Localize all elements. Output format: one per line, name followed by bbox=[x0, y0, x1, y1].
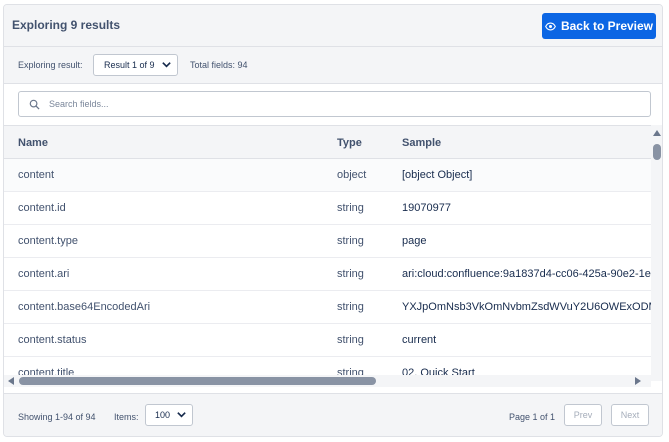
eye-icon bbox=[545, 22, 556, 30]
result-select-value: Result 1 of 9 bbox=[104, 60, 155, 70]
items-per-page-select[interactable]: 100 bbox=[145, 404, 193, 426]
vertical-scrollbar[interactable] bbox=[651, 125, 662, 381]
items-per-page-value: 100 bbox=[155, 410, 171, 420]
items-label: Items: bbox=[114, 412, 139, 422]
field-name: content.base64EncodedAri bbox=[18, 301, 151, 313]
field-explorer-panel: Exploring 9 results Back to Preview Expl… bbox=[3, 4, 663, 437]
panel-header: Exploring 9 results Back to Preview bbox=[4, 5, 662, 47]
total-fields: Total fields: 94 bbox=[190, 60, 248, 70]
next-page-button[interactable]: Next bbox=[611, 404, 649, 426]
result-select[interactable]: Result 1 of 9 bbox=[93, 54, 178, 76]
field-type: string bbox=[337, 235, 364, 247]
field-type: string bbox=[337, 334, 364, 346]
chevron-down-icon bbox=[177, 412, 186, 418]
field-type: object bbox=[337, 169, 367, 181]
table-row[interactable]: content.base64EncodedAri string YXJpOmNs… bbox=[4, 291, 651, 324]
column-header-name[interactable]: Name bbox=[18, 137, 48, 149]
field-sample: [object Object] bbox=[402, 169, 473, 181]
prev-page-button[interactable]: Prev bbox=[564, 404, 602, 426]
scroll-left-arrow-icon[interactable] bbox=[8, 377, 14, 385]
table-row[interactable]: content.status string current bbox=[4, 324, 651, 357]
field-name: content bbox=[18, 169, 55, 181]
field-sample: current bbox=[402, 334, 437, 346]
showing-count: Showing 1-94 of 94 bbox=[18, 412, 96, 422]
field-type: string bbox=[337, 202, 364, 214]
horizontal-scroll-thumb[interactable] bbox=[19, 377, 376, 385]
field-type: string bbox=[337, 367, 364, 375]
field-sample: 19070977 bbox=[402, 202, 451, 214]
search-icon bbox=[29, 99, 40, 110]
back-to-preview-button[interactable]: Back to Preview bbox=[542, 13, 656, 39]
chevron-down-icon bbox=[162, 62, 171, 68]
column-header-type[interactable]: Type bbox=[337, 137, 362, 149]
scroll-up-arrow-icon[interactable] bbox=[653, 130, 661, 136]
search-box[interactable] bbox=[18, 91, 651, 117]
field-sample: 02. Quick Start bbox=[402, 367, 475, 375]
page-title: Exploring 9 results bbox=[12, 18, 121, 32]
page-info: Page 1 of 1 bbox=[509, 412, 556, 422]
back-to-preview-label: Back to Preview bbox=[560, 19, 654, 33]
result-controls: Exploring result: Result 1 of 9 Total fi… bbox=[4, 47, 662, 84]
column-header-sample[interactable]: Sample bbox=[402, 137, 441, 149]
result-label: Exploring result: bbox=[18, 60, 83, 70]
field-name: content.ari bbox=[18, 268, 70, 280]
field-name: content.id bbox=[18, 202, 66, 214]
table-row[interactable]: content.id string 19070977 bbox=[4, 192, 651, 225]
search-input[interactable] bbox=[49, 96, 639, 112]
field-sample: YXJpOmNsb3VkOmNvbmZsdWVuY2U6OWExODM bbox=[402, 301, 651, 313]
pagination-footer: Showing 1-94 of 94 Items: 100 Page 1 of … bbox=[4, 393, 662, 436]
table-row[interactable]: content object [object Object] bbox=[4, 159, 651, 192]
field-name: content.status bbox=[18, 334, 87, 346]
vertical-scroll-thumb[interactable] bbox=[653, 144, 661, 160]
horizontal-scrollbar[interactable] bbox=[4, 375, 651, 387]
scroll-right-arrow-icon[interactable] bbox=[635, 377, 641, 385]
field-type: string bbox=[337, 301, 364, 313]
table-header: Name Type Sample bbox=[4, 126, 651, 159]
field-type: string bbox=[337, 268, 364, 280]
field-name: content.type bbox=[18, 235, 78, 247]
table-row[interactable]: content.type string page bbox=[4, 225, 651, 258]
table-row[interactable]: content.title string 02. Quick Start bbox=[4, 357, 651, 375]
fields-table: Name Type Sample content object [object … bbox=[4, 125, 651, 375]
table-row[interactable]: content.ari string ari:cloud:confluence:… bbox=[4, 258, 651, 291]
field-sample: ari:cloud:confluence:9a1837d4-cc06-425a-… bbox=[402, 268, 651, 280]
field-name: content.title bbox=[18, 367, 75, 375]
field-sample: page bbox=[402, 235, 427, 247]
